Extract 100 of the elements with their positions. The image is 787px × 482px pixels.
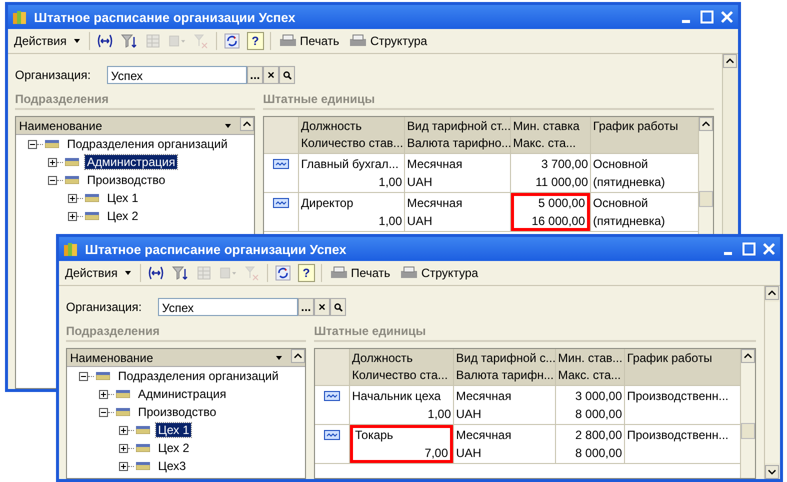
table-cell-text: 7,00 <box>424 445 448 462</box>
column-header[interactable]: Количество став... <box>301 135 402 152</box>
window-title: Штатное расписание организации Успех <box>34 10 296 24</box>
minus-box-icon[interactable] <box>99 408 108 416</box>
column-header[interactable]: Валюта тарифн... <box>456 367 553 384</box>
table-cell-text: Месячная <box>456 427 512 444</box>
printer-icon <box>349 34 368 48</box>
tree-item[interactable]: Подразделения организаций <box>65 137 230 151</box>
clear-button[interactable]: × <box>314 298 330 316</box>
tree-item[interactable]: Цех 2 <box>105 209 140 223</box>
refresh-icon[interactable] <box>222 33 241 49</box>
select-button[interactable]: ... <box>298 298 314 316</box>
section-title: Штатные единицы <box>263 92 714 110</box>
window-title: Штатное расписание организации Успех <box>85 242 346 256</box>
actions-menu-button[interactable]: Действия <box>12 34 83 48</box>
structure-button[interactable]: Структура <box>398 266 480 280</box>
table-row[interactable]: Начальник цеха 1,00 Месячная UAH 3 000,00 8 000,00 Производственн... <box>315 386 740 425</box>
table-row[interactable]: Токарь 7,00 Месячная UAH 2 800,00 8 000,00 Производственн... <box>315 425 740 464</box>
printer-icon <box>400 266 418 280</box>
table-cell-text: 3 000,00 <box>574 388 622 405</box>
table-cell-text: 8 000,00 <box>574 406 622 423</box>
maximize-icon[interactable] <box>700 10 714 24</box>
scroll-down-icon[interactable] <box>765 465 779 479</box>
search-button[interactable] <box>330 298 346 316</box>
filter-icon[interactable] <box>120 33 138 49</box>
plus-box-icon[interactable] <box>68 194 77 202</box>
column-header[interactable]: Мин. став... <box>558 350 622 367</box>
close-icon[interactable] <box>762 242 776 256</box>
table-row[interactable]: Главный бухгал... 1,00 Месячная UAH 3 700,00 11 000,00 Основной (пятидневка) <box>264 154 698 193</box>
table-cell-text: Месячная <box>407 156 464 173</box>
organization-field[interactable]: Успех <box>158 298 298 316</box>
column-header[interactable]: Мин. ставка <box>513 118 588 135</box>
plus-box-icon[interactable] <box>48 158 57 166</box>
select-button[interactable]: ... <box>247 66 263 84</box>
clear-button[interactable]: × <box>263 66 279 84</box>
table-cell-text: Основной (пятидневка) <box>593 156 666 191</box>
table-cell-text: 8 000,00 <box>574 445 622 462</box>
column-header[interactable]: Вид тарифной ст... <box>407 118 508 135</box>
column-header[interactable]: Валюта тарифно... <box>407 135 508 152</box>
scroll-up-icon[interactable] <box>291 349 305 363</box>
tree-item[interactable]: Цех3 <box>156 459 188 473</box>
plus-box-icon[interactable] <box>119 462 128 470</box>
column-header[interactable]: Макс. ста... <box>558 367 622 384</box>
tree-item[interactable]: Подразделения организаций <box>116 369 281 383</box>
tree-item[interactable]: Цех 1 <box>105 191 140 205</box>
plus-box-icon[interactable] <box>119 444 128 452</box>
printer-icon <box>278 34 297 48</box>
table-row[interactable]: Директор 1,00 Месячная UAH 5 000,00 16 000,00 Основной (пятидневка) <box>264 193 698 232</box>
bracket-arrows-icon[interactable] <box>96 33 114 49</box>
tree-item[interactable]: Цех 2 <box>156 441 192 455</box>
help-button[interactable]: ? <box>246 32 264 50</box>
table-cell-text: Директор <box>301 195 354 212</box>
scroll-up-icon[interactable] <box>240 117 254 131</box>
close-icon[interactable] <box>720 10 734 24</box>
plus-box-icon[interactable] <box>119 426 128 434</box>
plus-box-icon[interactable] <box>99 390 108 398</box>
scrollbar[interactable] <box>740 349 755 478</box>
refresh-icon[interactable] <box>274 265 292 281</box>
print-button[interactable]: Печать <box>276 34 342 48</box>
minus-box-icon[interactable] <box>79 372 88 380</box>
print-button[interactable]: Печать <box>328 266 392 280</box>
scroll-thumb[interactable] <box>699 191 713 207</box>
column-header[interactable]: Макс. ста... <box>513 135 588 152</box>
search-button[interactable] <box>279 66 295 84</box>
help-button[interactable]: ? <box>298 264 315 282</box>
minus-box-icon[interactable] <box>28 140 37 148</box>
tree-item[interactable]: Производство <box>136 405 218 419</box>
tree-item[interactable]: Производство <box>85 173 168 187</box>
table-cell-text: 5 000,00 <box>537 195 585 212</box>
plus-box-icon[interactable] <box>68 212 77 220</box>
table-cell-text: UAH <box>456 445 482 462</box>
tree-item[interactable]: Администрация <box>136 387 228 401</box>
maximize-icon[interactable] <box>742 242 756 256</box>
scroll-up-icon[interactable] <box>765 286 779 300</box>
column-header[interactable]: Вид тарифной с... <box>456 350 553 367</box>
structure-button[interactable]: Структура <box>347 34 430 48</box>
scroll-up-icon[interactable] <box>699 117 713 131</box>
scroll-up-icon[interactable] <box>741 349 755 363</box>
column-header[interactable]: Должность <box>352 350 451 367</box>
table-cell-text: 3 700,00 <box>540 156 588 173</box>
table-cell-text: 16 000,00 <box>530 213 585 230</box>
wave-card-icon <box>324 391 340 401</box>
organization-field[interactable]: Успех <box>107 66 247 84</box>
scroll-thumb[interactable] <box>741 423 755 439</box>
section-title: Подразделения <box>66 324 306 342</box>
column-header[interactable]: Должность <box>301 118 402 135</box>
scrollbar[interactable] <box>764 286 780 479</box>
tree-item[interactable]: Администрация <box>85 155 178 169</box>
tree-item[interactable]: Цех 1 <box>156 423 192 437</box>
column-header[interactable]: Количество ста... <box>352 367 451 384</box>
minus-box-icon[interactable] <box>48 176 57 184</box>
filter-icon[interactable] <box>170 265 189 281</box>
folder-icon <box>85 194 99 202</box>
scroll-up-icon[interactable] <box>723 54 737 68</box>
table-cell-text: 1,00 <box>378 174 402 191</box>
bracket-arrows-icon[interactable] <box>146 265 165 281</box>
folder-icon <box>136 426 150 434</box>
search-icon <box>334 302 342 312</box>
table-cell-text: Месячная <box>407 195 464 212</box>
actions-menu-button[interactable]: Действия <box>63 266 134 280</box>
